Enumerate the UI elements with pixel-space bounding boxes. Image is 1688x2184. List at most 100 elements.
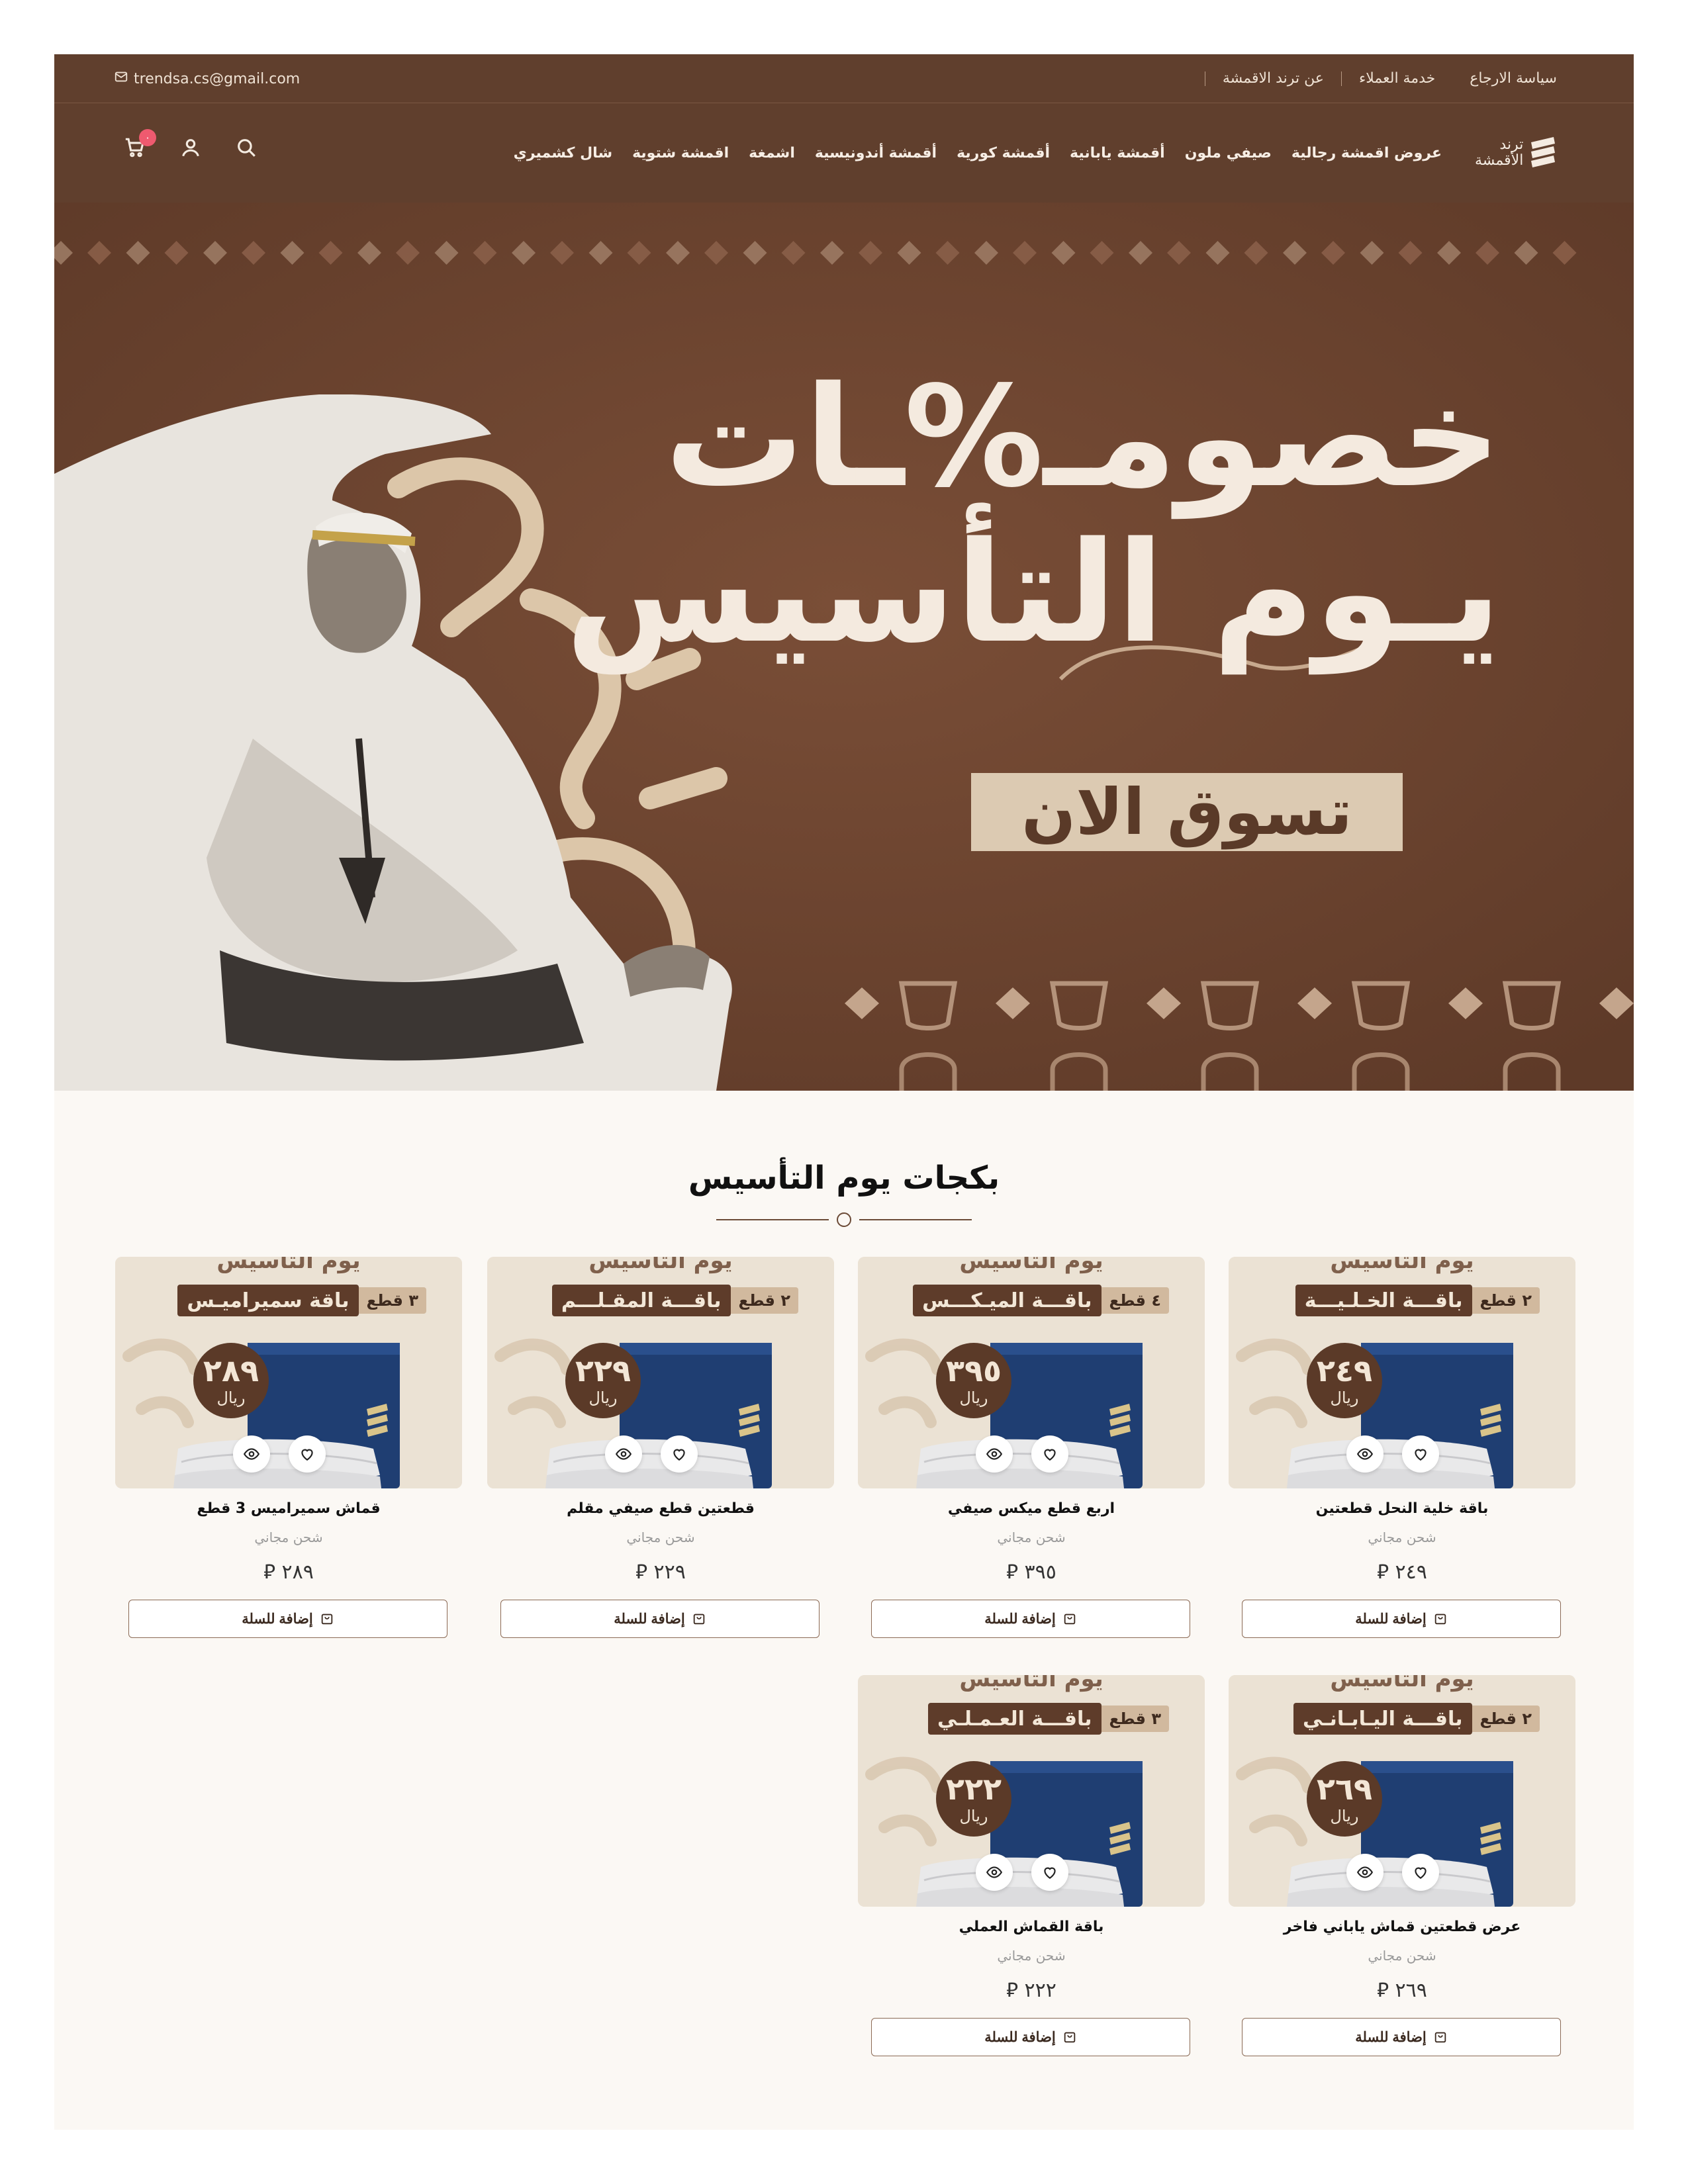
product-image[interactable]: يوم التأسيس باقـــة المقـلـــم ٢ قطع ٢٢٩… [487,1257,834,1488]
nav-item-mens-fabric-offers[interactable]: عروض اقمشة رجالية [1291,145,1442,161]
price-badge: ٢٢٢ ريال [936,1761,1011,1837]
package-ribbon: باقـــة اليـابـانـي ٢ قطع [1293,1703,1540,1735]
search-button[interactable] [232,133,261,162]
email-text: trendsa.cs@gmail.com [134,70,301,87]
package-ribbon: باقـــة العـمـلـي ٣ قطع [927,1703,1169,1735]
eye-icon [1356,1448,1374,1460]
product-name[interactable]: عرض قطعتين قماش ياباني فاخر [1229,1919,1575,1935]
price-badge-currency: ريال [959,1807,988,1825]
nav-item-korean-fabrics[interactable]: أقمشة كورية [957,145,1050,161]
product-price: ⃁ ٣٩٥ [858,1559,1205,1584]
product-price-value: ٢٤٩ [1395,1561,1427,1584]
package-name: باقـــة الميـكـــس [913,1285,1102,1316]
shop-now-button[interactable]: تسوق الان [971,773,1403,851]
wishlist-button[interactable] [661,1435,698,1473]
package-count: ٣ قطع [358,1287,426,1314]
product-name[interactable]: قماش سميراميس 3 قطع [115,1500,462,1517]
riyal-symbol: ⃁ [1377,1561,1389,1584]
quick-view-button[interactable] [233,1435,270,1473]
product-card[interactable]: يوم التأسيس باقـــة المقـلـــم ٢ قطع ٢٢٩… [487,1257,834,1667]
top-link-return-policy[interactable]: سياسة الارجاع [1452,71,1574,86]
add-to-cart-button[interactable]: إضافة للسلة [1242,1600,1561,1638]
logo[interactable]: ترند الأقمشة [1475,130,1568,176]
image-heading: يوم التأسيس [1330,1257,1474,1274]
image-heading: يوم التأسيس [959,1675,1103,1692]
price-badge-currency: ريال [588,1388,618,1407]
heart-icon [673,1449,685,1461]
price-badge: ٢٤٩ ريال [1307,1343,1382,1418]
quick-view-button[interactable] [1346,1854,1383,1891]
add-to-cart-button[interactable]: إضافة للسلة [500,1600,820,1638]
product-price-value: ٣٩٥ [1024,1561,1056,1584]
price-badge-currency: ريال [1330,1807,1359,1825]
product-card[interactable]: يوم التأسيس باقـــة الخـلـيـــة ٢ قطع ٢٤… [1229,1257,1575,1667]
package-ribbon: باقـــة الميـكـــس ٤ قطع [913,1285,1169,1316]
price-badge-value: ٢٤٩ [1316,1353,1373,1388]
add-to-cart-button[interactable]: إضافة للسلة [1242,2018,1561,2056]
wishlist-button[interactable] [1402,1435,1439,1473]
add-to-cart-button[interactable]: إضافة للسلة [871,2018,1190,2056]
nav-item-colored-summer[interactable]: صيفي ملون [1185,145,1272,161]
price-badge-value: ٢٦٩ [1316,1771,1373,1807]
hero-banner[interactable]: خصومـ%ـات يـوم التأسيس تسوق الان [54,203,1634,1091]
package-count: ٣ قطع [1101,1706,1169,1732]
product-price: ⃁ ٢٨٩ [115,1559,462,1584]
product-name[interactable]: اربع قطع ميكس صيفي [858,1500,1205,1517]
add-to-cart-label: إضافة للسلة [242,1611,313,1627]
price-badge-value: ٢٨٩ [203,1353,259,1388]
contact-email[interactable]: trendsa.cs@gmail.com [114,54,300,103]
price-badge-currency: ريال [216,1388,246,1407]
logo-text: ترند الأقمشة [1475,137,1523,169]
eye-icon [986,1448,1003,1460]
quick-view-button[interactable] [1346,1435,1383,1473]
nav-item-shemaghs[interactable]: اشمغة [749,145,795,161]
product-card[interactable]: يوم التأسيس باقـــة العـمـلـي ٣ قطع ٢٢٢ … [858,1675,1205,2085]
product-name[interactable]: باقة القماش العملي [858,1919,1205,1935]
nav-item-cashmere-shawl[interactable]: شال كشميري [514,145,612,161]
price-badge-value: ٢٢٢ [945,1771,1002,1807]
package-name: باقـــة المقـلـــم [551,1285,731,1316]
product-card[interactable]: يوم التأسيس باقـــة الميـكـــس ٤ قطع ٣٩٥… [858,1257,1205,1667]
heart-icon [1044,1449,1056,1461]
add-to-cart-button[interactable]: إضافة للسلة [128,1600,447,1638]
top-bar: عن ترند الاقمشة خدمة العملاء سياسة الارج… [54,54,1634,103]
add-to-cart-label: إضافة للسلة [1355,2029,1427,2045]
wishlist-button[interactable] [1031,1435,1068,1473]
product-image[interactable]: يوم التأسيس باقـــة اليـابـانـي ٢ قطع ٢٦… [1229,1675,1575,1907]
logo-line-2: الأقمشة [1475,152,1524,169]
nav-item-indonesian-fabrics[interactable]: أقمشة أندونيسية [815,145,937,161]
main-nav: عروض اقمشة رجالية صيفي ملون أقمشة ياباني… [514,135,1442,171]
wishlist-button[interactable] [1402,1854,1439,1891]
top-link-customer-service[interactable]: خدمة العملاء [1340,71,1452,86]
product-name[interactable]: قطعتين قطع صيفي مقلم [487,1500,834,1517]
product-card[interactable]: يوم التأسيس باقة سميراميـس ٣ قطع ٢٨٩ ريا… [115,1257,462,1667]
shipping-label: شحن مجاني [254,1529,323,1545]
account-button[interactable] [176,133,205,162]
quick-view-button[interactable] [976,1854,1013,1891]
product-image[interactable]: يوم التأسيس باقـــة الخـلـيـــة ٢ قطع ٢٤… [1229,1257,1575,1488]
image-heading: يوم التأسيس [1330,1675,1474,1692]
product-image[interactable]: يوم التأسيس باقـــة الميـكـــس ٤ قطع ٣٩٥… [858,1257,1205,1488]
product-image[interactable]: يوم التأسيس باقـــة العـمـلـي ٣ قطع ٢٢٢ … [858,1675,1205,1907]
top-link-about[interactable]: عن ترند الاقمشة [1204,71,1341,86]
quick-view-button[interactable] [976,1435,1013,1473]
nav-item-japanese-fabrics[interactable]: أقمشة يابانية [1070,145,1165,161]
product-name[interactable]: باقة خلية النحل قطعتين [1229,1500,1575,1517]
nav-item-winter-fabrics[interactable]: اقمشة شتوية [632,145,729,161]
image-heading: يوم التأسيس [588,1257,733,1274]
header-icons: ٠ [120,129,261,162]
wishlist-button[interactable] [289,1435,326,1473]
wishlist-button[interactable] [1031,1854,1068,1891]
cart-add-icon [1434,1614,1446,1625]
package-name: باقـــة الخـلـيـــة [1295,1285,1472,1316]
price-badge-value: ٣٩٥ [945,1353,1002,1388]
add-to-cart-button[interactable]: إضافة للسلة [871,1600,1190,1638]
cart-count-badge: ٠ [139,129,156,146]
quick-view-button[interactable] [605,1435,642,1473]
product-card[interactable]: يوم التأسيس باقـــة اليـابـانـي ٢ قطع ٢٦… [1229,1675,1575,2085]
price-badge: ٢٦٩ ريال [1307,1761,1382,1837]
hero-title-line-1: خصومـ%ـات [665,356,1503,518]
product-image[interactable]: يوم التأسيس باقة سميراميـس ٣ قطع ٢٨٩ ريا… [115,1257,462,1488]
cart-add-icon [1064,1614,1075,1625]
cart-button[interactable]: ٠ [120,129,156,162]
